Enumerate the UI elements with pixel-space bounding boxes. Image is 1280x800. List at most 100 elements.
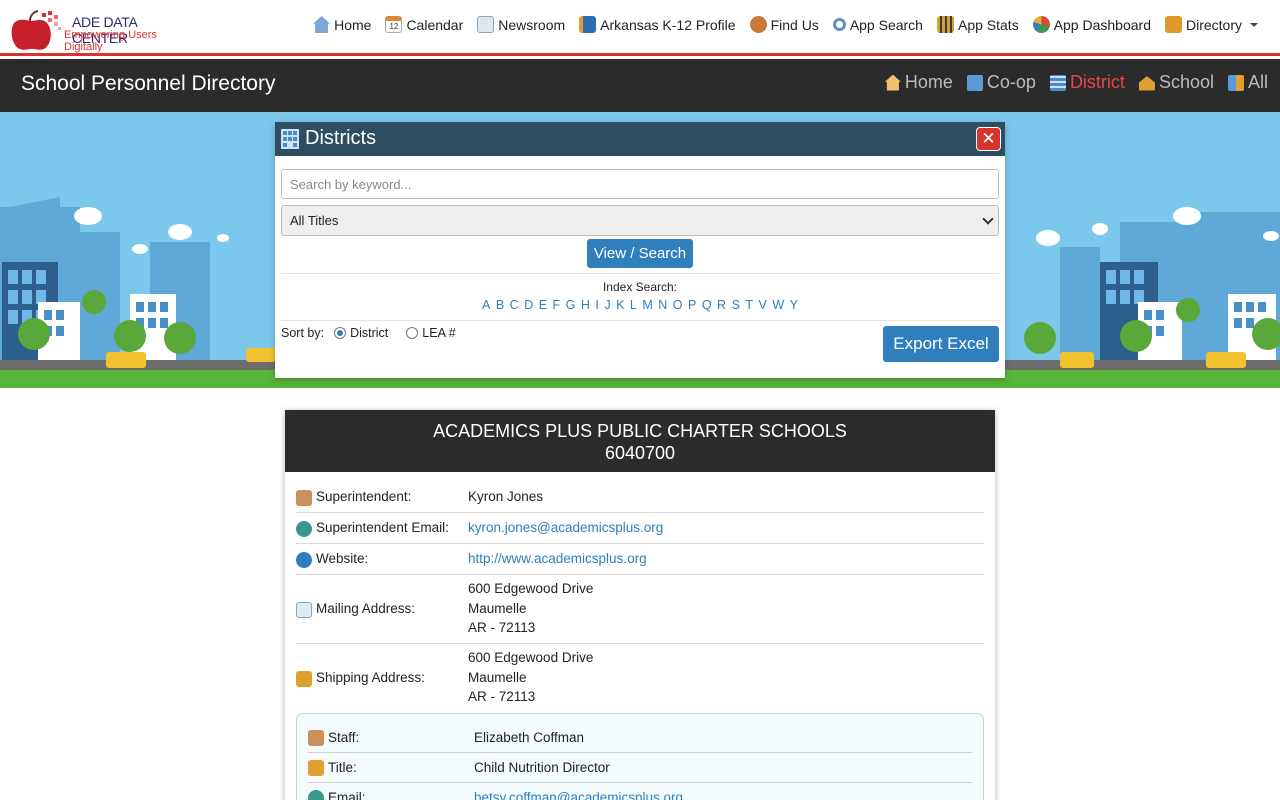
superintendent-label: Superintendent: — [316, 489, 412, 504]
staff-email-label: Email: — [328, 790, 366, 800]
staff-contact-box: Staff: Elizabeth Coffman Title: Child Nu… — [296, 713, 984, 800]
superintendent-name: Kyron Jones — [468, 489, 544, 504]
divider — [281, 273, 999, 274]
subnav-home[interactable]: Home — [884, 72, 953, 93]
superintendent-email-label: Superintendent Email: — [316, 520, 449, 535]
subnav-district[interactable]: District — [1049, 72, 1125, 93]
index-search-label: Index Search: — [602, 280, 678, 294]
address-line: AR - 72113 — [468, 689, 536, 704]
index-letter-list: A B C D E F G H I J K L M N O P Q R S T … — [275, 298, 1005, 312]
index-letter[interactable]: N — [658, 298, 667, 312]
index-letter[interactable]: L — [630, 298, 637, 312]
index-letter[interactable]: G — [566, 298, 576, 312]
index-letter[interactable]: W — [772, 298, 784, 312]
staff-person-icon — [308, 730, 324, 746]
index-letter[interactable]: J — [604, 298, 610, 312]
subnav-label: District — [1069, 72, 1125, 92]
directory-subnav: Home Co-op District School All — [884, 72, 1268, 93]
index-letter[interactable]: Q — [702, 298, 712, 312]
title-filter-select[interactable]: All Titles — [281, 205, 999, 236]
address-line: Maumelle — [468, 669, 527, 685]
sort-option-label: District — [350, 326, 389, 340]
index-letter[interactable]: A — [482, 298, 490, 312]
sort-by-label: Sort by: — [281, 326, 325, 340]
office-building-icon — [1049, 74, 1066, 91]
topnav-app-dashboard[interactable]: App Dashboard — [1032, 16, 1151, 33]
index-letter[interactable]: T — [745, 298, 753, 312]
topnav-find-us[interactable]: Find Us — [749, 16, 819, 33]
mailing-address-row: Mailing Address: 600 Edgewood Drive Maum… — [296, 575, 984, 644]
index-letter[interactable]: S — [732, 298, 740, 312]
index-letter[interactable]: C — [510, 298, 519, 312]
topnav-directory[interactable]: Directory — [1164, 16, 1258, 33]
subnav-label: School — [1158, 72, 1214, 92]
districts-modal: Districts ✕ All Titles View / Search Ind… — [275, 122, 1005, 378]
index-letter[interactable]: I — [595, 298, 598, 312]
topnav-home[interactable]: Home — [313, 16, 371, 33]
subnav-coop[interactable]: Co-op — [966, 72, 1036, 93]
export-excel-button[interactable]: Export Excel — [883, 326, 999, 362]
topnav-label: Newsroom — [498, 16, 566, 33]
topnav-calendar[interactable]: 12 Calendar — [385, 16, 463, 33]
topnav-newsroom[interactable]: Newsroom — [477, 16, 565, 33]
staff-label: Staff: — [328, 730, 360, 745]
ade-logo[interactable]: ADE DATA CENTER Empowering Users Digital… — [8, 7, 188, 53]
index-letter[interactable]: D — [524, 298, 533, 312]
index-letter[interactable]: V — [759, 298, 767, 312]
index-letter[interactable]: E — [539, 298, 547, 312]
newspaper-icon — [477, 16, 495, 33]
sort-district-radio[interactable] — [334, 327, 347, 339]
chevron-down-icon — [1250, 22, 1258, 27]
office-building-icon — [281, 129, 299, 149]
modal-title: Districts — [305, 127, 377, 149]
subnav-all[interactable]: All — [1227, 72, 1268, 93]
email-icon — [308, 790, 324, 800]
district-card: ACADEMICS PLUS PUBLIC CHARTER SCHOOLS 60… — [285, 410, 995, 800]
index-letter[interactable]: H — [581, 298, 590, 312]
truck-icon — [296, 671, 312, 687]
title-label: Title: — [328, 760, 357, 775]
directory-header: School Personnel Directory Home Co-op Di… — [0, 59, 1280, 112]
book-icon — [579, 16, 597, 33]
sort-option-label: LEA # — [422, 326, 456, 340]
top-navbar: ADE DATA CENTER Empowering Users Digital… — [0, 0, 1280, 56]
index-letter[interactable]: M — [642, 298, 652, 312]
index-letter[interactable]: Y — [790, 298, 798, 312]
superintendent-row: Superintendent: Kyron Jones — [296, 482, 984, 513]
close-button[interactable]: ✕ — [976, 127, 1001, 151]
topnav-app-search[interactable]: App Search — [832, 16, 923, 33]
apple-logo-icon — [11, 10, 61, 50]
index-letter[interactable]: P — [688, 298, 696, 312]
superintendent-email-link[interactable]: kyron.jones@academicsplus.org — [468, 520, 663, 535]
shipping-address-row: Shipping Address: 600 Edgewood Drive Mau… — [296, 644, 984, 714]
keyword-search-input[interactable] — [281, 169, 999, 199]
person-icon — [749, 16, 767, 33]
building-icon — [966, 74, 983, 91]
house-icon — [313, 16, 331, 33]
index-letter[interactable]: F — [553, 298, 561, 312]
title-row: Title: Child Nutrition Director — [308, 753, 972, 783]
superintendent-email-row: Superintendent Email: kyron.jones@academ… — [296, 513, 984, 544]
subnav-school[interactable]: School — [1138, 72, 1214, 93]
view-search-button[interactable]: View / Search — [587, 239, 693, 268]
topnav-k12-profile[interactable]: Arkansas K-12 Profile — [579, 16, 736, 33]
staff-email-row: Email: betsy.coffman@academicsplus.org — [308, 783, 972, 800]
district-card-header: ACADEMICS PLUS PUBLIC CHARTER SCHOOLS 60… — [285, 410, 995, 472]
website-link[interactable]: http://www.academicsplus.org — [468, 551, 647, 566]
topnav-app-stats[interactable]: App Stats — [936, 16, 1019, 33]
topnav-label: Arkansas K-12 Profile — [600, 16, 736, 33]
staff-email-link[interactable]: betsy.coffman@academicsplus.org — [474, 790, 683, 800]
index-letter[interactable]: O — [673, 298, 683, 312]
index-letter[interactable]: R — [717, 298, 726, 312]
topnav-label: App Search — [849, 16, 923, 33]
index-letter[interactable]: B — [496, 298, 504, 312]
subnav-label: Home — [904, 72, 953, 92]
subnav-label: Co-op — [986, 72, 1036, 92]
title-select-value: All Titles — [290, 213, 339, 228]
index-letter[interactable]: K — [616, 298, 624, 312]
staff-name: Elizabeth Coffman — [474, 730, 585, 745]
globe-icon — [296, 552, 312, 568]
calendar-icon: 12 — [385, 16, 403, 33]
address-line: Maumelle — [468, 600, 527, 616]
sort-lea-radio[interactable] — [406, 327, 419, 339]
